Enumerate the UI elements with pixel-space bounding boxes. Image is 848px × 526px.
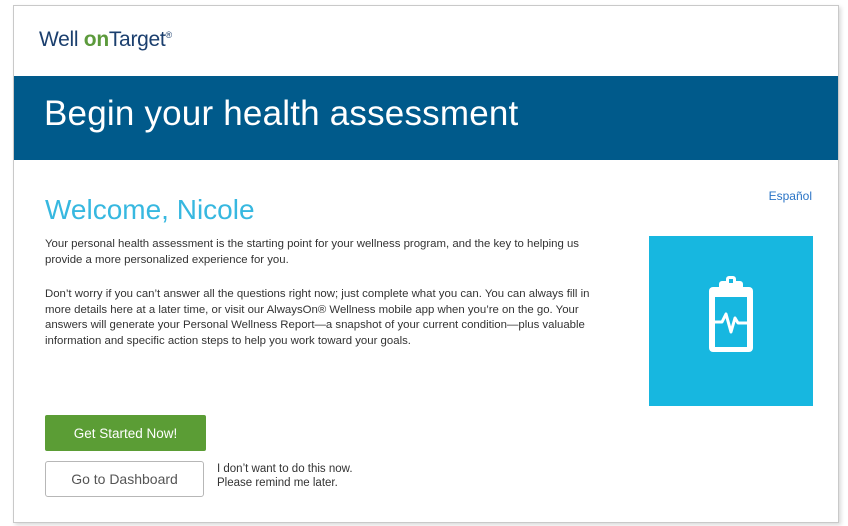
clipboard-heartbeat-icon xyxy=(709,276,753,352)
logo-text-on: on xyxy=(83,28,109,51)
page-banner: Begin your health assessment xyxy=(14,76,838,160)
remind-me-later-note: I don’t want to do this now. Please remi… xyxy=(217,462,353,490)
welcome-heading: Welcome, Nicole xyxy=(45,194,255,225)
get-started-button[interactable]: Get Started Now! xyxy=(45,415,206,451)
logo-text-well: Well xyxy=(39,28,84,51)
spanish-language-link[interactable]: Español xyxy=(769,189,812,203)
go-to-dashboard-button[interactable]: Go to Dashboard xyxy=(45,461,204,497)
well-ontarget-logo: Well onTarget® xyxy=(39,28,172,52)
intro-paragraph: Your personal health assessment is the s… xyxy=(45,238,579,266)
assessment-panel: Well onTarget® Begin your health assessm… xyxy=(13,5,839,523)
remind-line-2: Please remind me later. xyxy=(217,477,338,489)
details-paragraph: Don’t worry if you can’t answer all the … xyxy=(45,288,590,347)
logo-text-target: Target xyxy=(108,28,166,51)
page-title: Begin your health assessment xyxy=(44,94,519,133)
assessment-tile xyxy=(649,236,813,406)
remind-line-1: I don’t want to do this now. xyxy=(217,463,353,475)
logo-registered-mark: ® xyxy=(165,30,172,40)
